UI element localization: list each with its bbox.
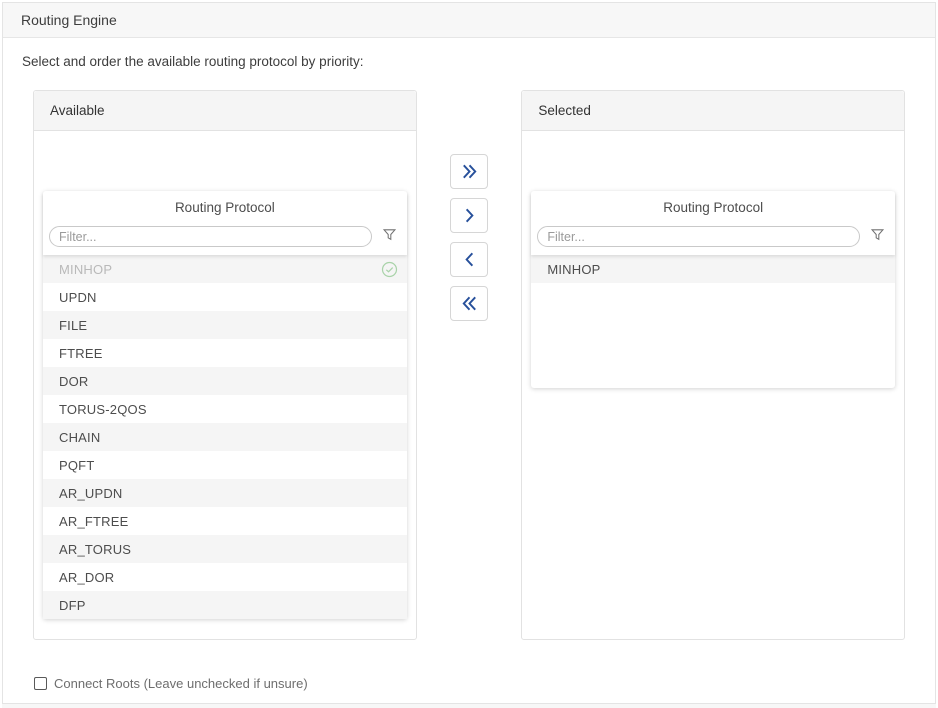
list-item-label: FILE <box>59 318 87 333</box>
list-item-pqft[interactable]: PQFT <box>43 451 407 479</box>
available-filter-row <box>43 224 407 255</box>
list-item-file[interactable]: FILE <box>43 311 407 339</box>
list-item-ar_dor[interactable]: AR_DOR <box>43 563 407 591</box>
list-item-minhop[interactable]: MINHOP <box>531 255 895 283</box>
selected-panel-header: Selected <box>522 91 904 131</box>
move-right-button[interactable] <box>450 198 488 233</box>
list-item-updn[interactable]: UPDN <box>43 283 407 311</box>
connect-roots-label: Connect Roots (Leave unchecked if unsure… <box>54 676 308 691</box>
transfer-buttons-column <box>417 90 522 640</box>
list-item-label: AR_TORUS <box>59 542 131 557</box>
list-item-label: AR_DOR <box>59 570 114 585</box>
list-item-chain[interactable]: CHAIN <box>43 423 407 451</box>
already-selected-check-icon <box>381 261 398 278</box>
list-item-label: UPDN <box>59 290 97 305</box>
selected-table: Routing Protocol MINHOP <box>531 191 895 388</box>
available-column-header: Routing Protocol <box>43 191 407 224</box>
available-panel-header: Available <box>34 91 416 131</box>
list-item-label: CHAIN <box>59 430 100 445</box>
selected-filter-row <box>531 224 895 255</box>
selected-panel: Selected Routing Protocol MINHOP <box>521 90 905 640</box>
list-item-label: DOR <box>59 374 89 389</box>
selected-rows: MINHOP <box>531 255 895 388</box>
list-item-minhop: MINHOP <box>43 255 407 283</box>
available-table: Routing Protocol MINHOP UPDN FILE FTREE DOR T… <box>43 191 407 619</box>
available-filter-input[interactable] <box>49 226 372 247</box>
available-table-head: Routing Protocol <box>43 191 407 255</box>
list-item-label: TORUS-2QOS <box>59 402 147 417</box>
section-header[interactable]: Routing Engine <box>3 3 935 38</box>
list-item-label: DFP <box>59 598 86 613</box>
section-title: Routing Engine <box>21 12 117 28</box>
list-item-ar_updn[interactable]: AR_UPDN <box>43 479 407 507</box>
connect-roots-checkbox[interactable] <box>34 677 47 690</box>
list-item-label: MINHOP <box>547 262 600 277</box>
chevron-double-left-icon <box>459 293 480 314</box>
dual-list-transfer: Available Routing Protocol MINHOP <box>33 90 905 640</box>
list-item-torus-2qos[interactable]: TORUS-2QOS <box>43 395 407 423</box>
chevron-left-icon <box>459 249 480 270</box>
available-panel: Available Routing Protocol MINHOP <box>33 90 417 640</box>
filter-funnel-icon[interactable] <box>870 227 885 247</box>
list-item-label: AR_FTREE <box>59 514 129 529</box>
selected-panel-title: Selected <box>538 103 591 118</box>
list-item-label: PQFT <box>59 458 94 473</box>
list-item-label: FTREE <box>59 346 103 361</box>
selected-filter-input[interactable] <box>537 226 860 247</box>
move-all-right-button[interactable] <box>450 154 488 189</box>
list-item-label: AR_UPDN <box>59 486 123 501</box>
list-item-dor[interactable]: DOR <box>43 367 407 395</box>
available-panel-title: Available <box>50 103 105 118</box>
list-item-ar_ftree[interactable]: AR_FTREE <box>43 507 407 535</box>
filter-funnel-icon[interactable] <box>382 227 397 247</box>
list-item-label: MINHOP <box>59 262 112 277</box>
connect-roots-row: Connect Roots (Leave unchecked if unsure… <box>34 676 935 691</box>
chevron-right-icon <box>459 205 480 226</box>
list-item-ftree[interactable]: FTREE <box>43 339 407 367</box>
selected-table-head: Routing Protocol <box>531 191 895 255</box>
list-item-ar_torus[interactable]: AR_TORUS <box>43 535 407 563</box>
available-rows: MINHOP UPDN FILE FTREE DOR TORUS-2QOS CHAIN PQF… <box>43 255 407 619</box>
next-section-divider <box>2 703 936 708</box>
instruction-text: Select and order the available routing p… <box>22 54 935 69</box>
selected-column-header: Routing Protocol <box>531 191 895 224</box>
list-item-dfp[interactable]: DFP <box>43 591 407 619</box>
move-left-button[interactable] <box>450 242 488 277</box>
routing-engine-section: Routing Engine Select and order the avai… <box>2 2 936 708</box>
chevron-double-right-icon <box>459 161 480 182</box>
move-all-left-button[interactable] <box>450 286 488 321</box>
